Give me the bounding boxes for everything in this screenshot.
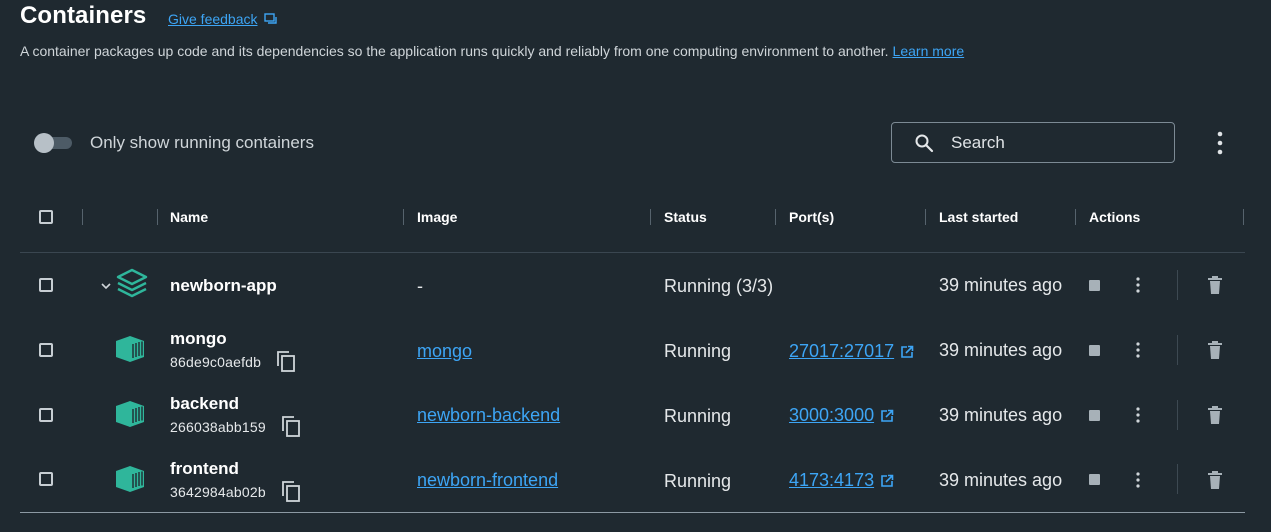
- learn-more-link[interactable]: Learn more: [893, 43, 965, 59]
- port-link-label: 4173:4173: [789, 470, 875, 490]
- row-checkbox[interactable]: [39, 343, 53, 357]
- container-icon: [116, 466, 144, 492]
- container-last-started: 39 minutes ago: [939, 340, 1063, 360]
- container-id: 3642984ab02b: [170, 484, 266, 500]
- stack-icon: [116, 268, 148, 298]
- container-name[interactable]: backend: [170, 394, 239, 414]
- more-vertical-icon[interactable]: [1134, 277, 1142, 293]
- more-vertical-icon[interactable]: [1134, 472, 1142, 488]
- image-link[interactable]: mongo: [417, 341, 472, 362]
- port-link[interactable]: 4173:4173: [789, 470, 894, 491]
- container-name[interactable]: frontend: [170, 459, 239, 479]
- column-status-header[interactable]: Status: [664, 209, 707, 225]
- port-link-label: 3000:3000: [789, 405, 875, 425]
- column-last-started-header[interactable]: Last started: [939, 209, 1018, 225]
- container-name[interactable]: mongo: [170, 329, 227, 349]
- feedback-icon: [263, 13, 277, 24]
- port-link[interactable]: 27017:27017: [789, 341, 914, 362]
- search-input[interactable]: Search: [891, 122, 1175, 163]
- stop-icon[interactable]: [1089, 345, 1100, 356]
- search-icon: [915, 134, 934, 152]
- more-vertical-icon[interactable]: [1134, 342, 1142, 358]
- trash-icon[interactable]: [1207, 341, 1223, 359]
- copy-icon[interactable]: [281, 480, 301, 502]
- column-actions-header: Actions: [1089, 209, 1141, 225]
- container-icon: [116, 336, 144, 362]
- trash-icon[interactable]: [1207, 276, 1223, 294]
- row-checkbox[interactable]: [39, 408, 53, 422]
- column-ports-header[interactable]: Port(s): [789, 209, 834, 225]
- table-row[interactable]: backend 266038abb159 newborn-backend Run…: [0, 391, 1271, 441]
- port-link-label: 27017:27017: [789, 341, 895, 361]
- group-last-started: 39 minutes ago: [939, 275, 1063, 295]
- chevron-down-icon[interactable]: [99, 279, 113, 293]
- container-last-started: 39 minutes ago: [939, 470, 1063, 490]
- port-link[interactable]: 3000:3000: [789, 405, 894, 426]
- container-status: Running: [664, 341, 732, 361]
- container-id: 86de9c0aefdb: [170, 354, 262, 370]
- group-name[interactable]: newborn-app: [170, 276, 277, 296]
- more-vertical-icon[interactable]: [1210, 130, 1230, 156]
- group-status: Running (3/3): [664, 276, 774, 296]
- page-title: Containers: [20, 2, 147, 29]
- stop-icon[interactable]: [1089, 410, 1100, 421]
- container-id: 266038abb159: [170, 419, 266, 435]
- container-status: Running: [664, 471, 732, 491]
- group-image: -: [417, 276, 423, 296]
- more-vertical-icon[interactable]: [1134, 407, 1142, 423]
- external-link-icon: [881, 409, 894, 422]
- stop-icon[interactable]: [1089, 280, 1100, 291]
- table-row[interactable]: mongo 86de9c0aefdb mongo Running 27017:2…: [0, 326, 1271, 376]
- copy-icon[interactable]: [276, 350, 296, 372]
- copy-icon[interactable]: [281, 415, 301, 437]
- image-link[interactable]: newborn-backend: [417, 405, 560, 426]
- column-name-header[interactable]: Name: [170, 209, 208, 225]
- stop-icon[interactable]: [1089, 474, 1100, 485]
- external-link-icon: [901, 345, 914, 358]
- running-only-toggle[interactable]: [34, 133, 72, 153]
- row-checkbox[interactable]: [39, 472, 53, 486]
- column-image-header[interactable]: Image: [417, 209, 457, 225]
- container-status: Running: [664, 406, 732, 426]
- page-description: A container packages up code and its dep…: [20, 43, 964, 59]
- trash-icon[interactable]: [1207, 471, 1223, 489]
- search-placeholder: Search: [951, 132, 1005, 152]
- container-last-started: 39 minutes ago: [939, 405, 1063, 425]
- table-row-group[interactable]: newborn-app - Running (3/3) 39 minutes a…: [0, 262, 1271, 310]
- row-checkbox[interactable]: [39, 278, 53, 292]
- table-row[interactable]: frontend 3642984ab02b newborn-frontend R…: [0, 456, 1271, 506]
- select-all-checkbox[interactable]: [39, 210, 53, 224]
- give-feedback-label: Give feedback: [168, 11, 258, 27]
- give-feedback-link[interactable]: Give feedback: [168, 11, 278, 27]
- trash-icon[interactable]: [1207, 406, 1223, 424]
- external-link-icon: [881, 474, 894, 487]
- container-icon: [116, 401, 144, 427]
- image-link[interactable]: newborn-frontend: [417, 470, 558, 491]
- description-text: A container packages up code and its dep…: [20, 43, 889, 59]
- running-only-label: Only show running containers: [90, 133, 314, 152]
